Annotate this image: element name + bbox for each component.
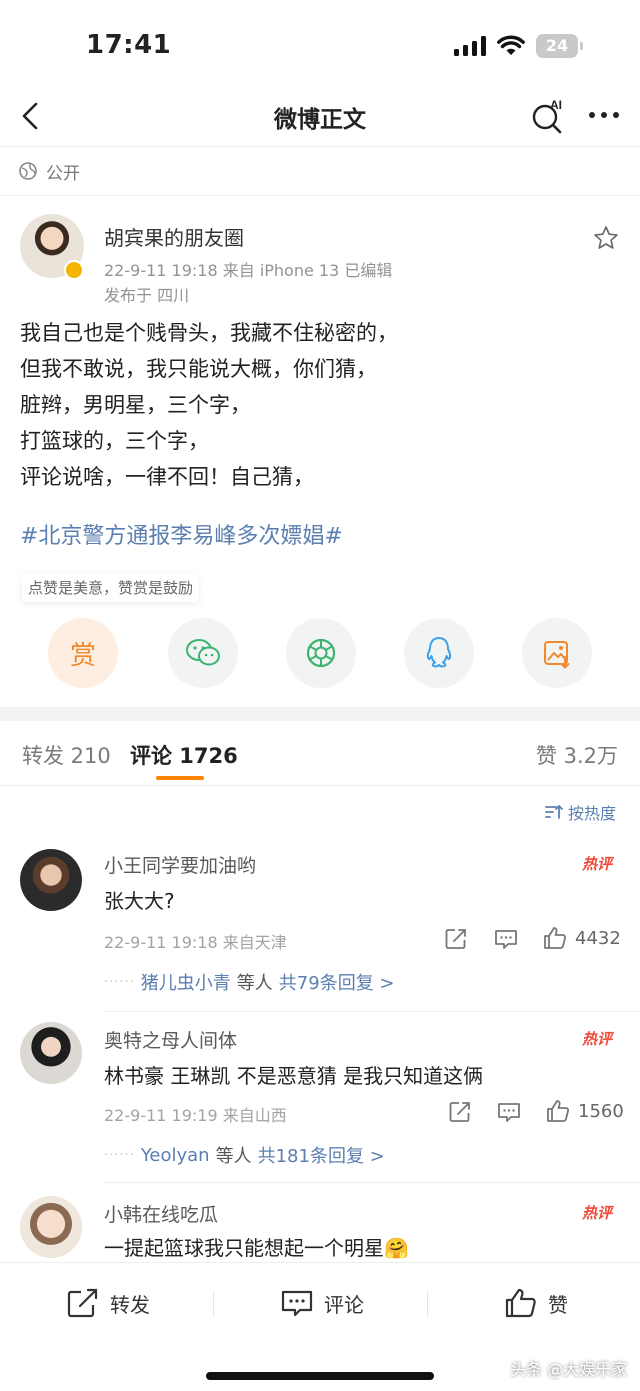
comment-text: 林书豪 王琳凯 不是恶意猜 是我只知道这俩: [104, 1064, 484, 1088]
post-body: 我自己也是个贱骨头，我藏不住秘密的， 但我不敢说，我只能说大概，你们猜， 脏辫，…: [20, 315, 620, 495]
wechat-icon: [186, 639, 220, 666]
repost-button[interactable]: 转发: [66, 1287, 150, 1319]
svg-text:AI: AI: [550, 98, 562, 112]
comment-icon: [281, 1290, 313, 1317]
post-meta: 22-9-11 19:18 来自 iPhone 13 已编辑: [104, 261, 393, 280]
comment-button[interactable]: 评论: [280, 1287, 364, 1319]
commenter-avatar[interactable]: [20, 1196, 82, 1258]
comment-meta: 22-9-11 19:19 来自山西: [104, 1106, 287, 1125]
post-line: 评论说啥，一律不回！自己猜，: [20, 465, 314, 489]
comment-tabs: 转发 210 评论 1726 赞 3.2万: [0, 722, 640, 784]
tab-comment[interactable]: 评论 1726: [130, 740, 238, 770]
post-line: 但我不敢说，我只能说大概，你们猜，: [20, 357, 377, 381]
sort-label: 按热度: [568, 804, 617, 823]
thumbs-up-icon: [505, 1288, 536, 1318]
globe-icon: [19, 162, 37, 180]
visibility-label: 公开: [18, 157, 80, 185]
reply-mid: 等人: [215, 1146, 252, 1167]
tab-like[interactable]: 赞 3.2万: [536, 740, 618, 770]
bar-separator: [427, 1291, 428, 1317]
ai-search-icon[interactable]: AI: [528, 96, 568, 136]
reply-count[interactable]: 共79条回复 >: [279, 969, 395, 995]
commenter-name[interactable]: 奥特之母人间体: [104, 1026, 237, 1053]
hashtag-link[interactable]: #北京警方通报李易峰多次嫖娼#: [20, 518, 343, 550]
more-options-icon[interactable]: [586, 100, 622, 130]
repost-icon[interactable]: [447, 1099, 473, 1125]
tab-repost[interactable]: 转发 210: [22, 740, 111, 770]
like-count: 4432: [575, 928, 621, 949]
visibility-text: 公开: [46, 163, 80, 184]
sort-by-hot-button[interactable]: 按热度: [544, 800, 616, 824]
reply-user[interactable]: 猪儿虫小青: [141, 969, 231, 995]
bar-separator: [213, 1291, 214, 1317]
favorite-star-icon[interactable]: [592, 224, 620, 252]
share-moments-button[interactable]: [286, 618, 356, 688]
qq-icon: [426, 637, 452, 668]
post-line: 打篮球的，三个字，: [20, 429, 209, 453]
like-label: 赞: [548, 1292, 568, 1317]
commenter-avatar[interactable]: [20, 1022, 82, 1084]
nav-divider: [0, 146, 640, 147]
moments-icon: [306, 638, 336, 668]
post-location: 发布于 四川: [104, 286, 190, 305]
section-gap: [0, 707, 640, 721]
active-tab-indicator: [156, 776, 204, 780]
comment-meta: 22-9-11 19:18 来自天津: [104, 933, 287, 952]
commenter-avatar[interactable]: [20, 849, 82, 911]
hot-comment-badge: 热评: [582, 1030, 613, 1048]
like-button[interactable]: 赞: [504, 1287, 568, 1319]
comment-label: 评论: [324, 1292, 364, 1317]
reply-count[interactable]: 共181条回复 >: [258, 1142, 385, 1168]
like-icon[interactable]: [542, 925, 568, 951]
watermark: 头条 @大娱乐家: [510, 1360, 628, 1379]
sort-icon: [545, 804, 563, 819]
comment-text: 张大大?: [104, 889, 175, 913]
repost-icon[interactable]: [443, 926, 469, 952]
reward-tip: 点赞是美意，赞赏是鼓励: [22, 573, 200, 602]
view-replies-link[interactable]: ······ 猪儿虫小青 等人 共79条回复 >: [104, 969, 395, 995]
view-replies-link[interactable]: ······ Yeolyan 等人 共181条回复 >: [104, 1142, 385, 1168]
reward-button[interactable]: 赏: [48, 618, 118, 688]
share-row: 赏: [0, 618, 640, 688]
status-bar: 17:41 24: [0, 0, 640, 90]
like-count: 1560: [578, 1101, 624, 1122]
commenter-name[interactable]: 小韩在线吃瓜: [104, 1200, 218, 1227]
share-wechat-button[interactable]: [168, 618, 238, 688]
hot-comment-badge: 热评: [582, 1204, 613, 1222]
tabs-divider: [0, 785, 640, 786]
verified-badge-icon: [64, 260, 84, 280]
reply-dots: ······: [104, 1147, 135, 1163]
like-icon[interactable]: [545, 1098, 571, 1124]
hot-comment-badge: 热评: [582, 855, 613, 873]
comment-text: 一提起篮球我只能想起一个明星🤗: [104, 1236, 409, 1260]
home-indicator[interactable]: [206, 1372, 434, 1380]
battery-tip: [580, 42, 583, 50]
repost-icon: [67, 1288, 98, 1318]
post-line: 脏辫，男明星，三个字，: [20, 393, 251, 417]
reply-user[interactable]: Yeolyan: [141, 1145, 210, 1166]
reply-icon[interactable]: [496, 1099, 522, 1125]
share-image-button[interactable]: [522, 618, 592, 688]
battery-indicator: 24: [536, 34, 578, 58]
reply-mid: 等人: [236, 973, 273, 994]
reply-icon[interactable]: [493, 926, 519, 952]
bottom-action-bar: 转发 评论 赞: [0, 1262, 640, 1344]
reply-dots: ······: [104, 974, 135, 990]
comment-divider: [104, 1011, 640, 1012]
comment-divider: [104, 1182, 640, 1183]
repost-label: 转发: [110, 1292, 150, 1317]
author-name[interactable]: 胡宾果的朋友圈: [104, 222, 244, 251]
save-image-icon: [544, 641, 570, 669]
cellular-signal-icon: [454, 36, 486, 56]
post-line: 我自己也是个贱骨头，我藏不住秘密的，: [20, 321, 398, 345]
status-time: 17:41: [86, 30, 172, 60]
commenter-name[interactable]: 小王同学要加油哟: [104, 851, 256, 878]
wifi-icon: [497, 35, 525, 55]
share-qq-button[interactable]: [404, 618, 474, 688]
nav-bar: 微博正文 AI: [0, 90, 640, 146]
visibility-divider: [0, 195, 640, 196]
